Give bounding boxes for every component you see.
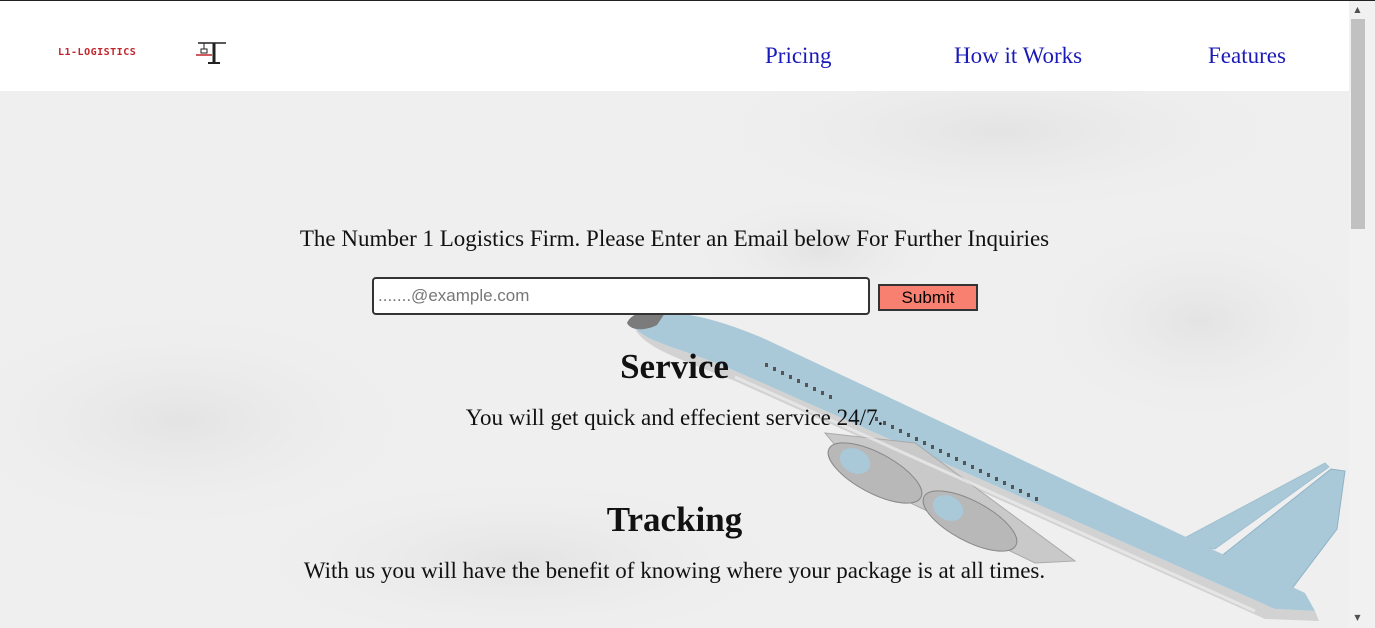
tracking-description: With us you will have the benefit of kno… [303,558,1046,583]
browser-viewport: L1-LOGISTICS Pricing How it Works Featur… [0,0,1375,628]
tracking-heading: Tracking [606,500,743,539]
down-arrow-icon[interactable]: ▼ [1349,610,1366,626]
nav-link-how-it-works[interactable]: How it Works [954,43,1082,69]
hero-section: The Number 1 Logistics Firm. Please Ente… [0,91,1349,628]
crane-icon [196,42,226,64]
hero-tagline: The Number 1 Logistics Firm. Please Ente… [299,226,1050,251]
site-header: L1-LOGISTICS Pricing How it Works Featur… [0,1,1349,91]
logo-text: L1-LOGISTICS [58,47,137,58]
nav-link-features[interactable]: Features [1208,43,1286,69]
scrollbar-thumb[interactable] [1351,19,1365,229]
email-input[interactable] [372,277,870,315]
vertical-scrollbar[interactable]: ▲ ▼ [1349,1,1375,628]
submit-button[interactable]: Submit [878,284,978,311]
service-heading: Service [620,347,729,386]
nav-link-pricing[interactable]: Pricing [765,43,831,69]
hero-content: The Number 1 Logistics Firm. Please Ente… [0,91,1349,628]
up-arrow-icon[interactable]: ▲ [1349,2,1366,18]
service-description: You will get quick and effecient service… [465,405,884,430]
site-logo[interactable]: L1-LOGISTICS [58,39,228,69]
